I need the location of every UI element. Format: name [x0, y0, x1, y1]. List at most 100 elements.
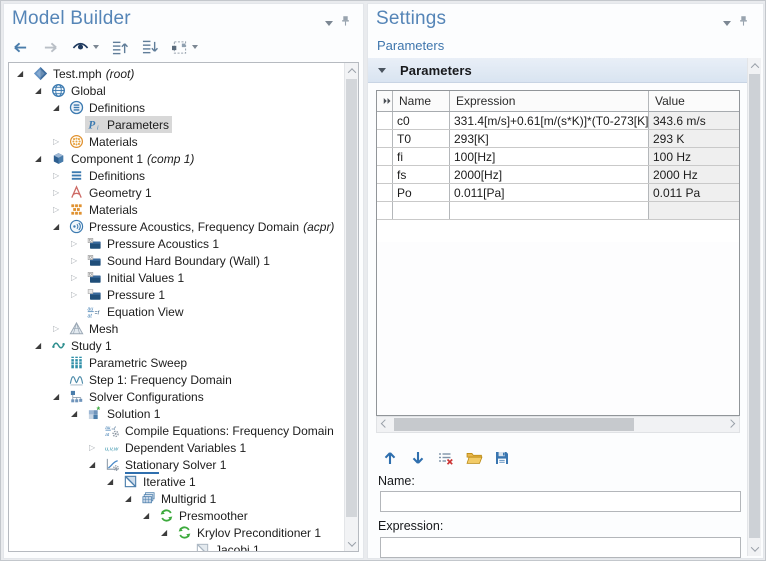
param-expression-cell[interactable]: 293[K] [450, 130, 649, 147]
tree-item[interactable]: ▷Materials [9, 133, 344, 150]
tree-item[interactable]: ▷Geometry 1 [9, 184, 344, 201]
tree-vertical-scrollbar[interactable] [344, 63, 358, 551]
table-empty-area[interactable] [377, 242, 739, 415]
scroll-left-button[interactable] [377, 417, 393, 432]
scroll-down-button[interactable] [345, 536, 358, 551]
tree-item[interactable]: ◢Solver Configurations [9, 388, 344, 405]
tree-item[interactable]: ◢Global [9, 82, 344, 99]
collapsed-arrow-icon[interactable]: ▷ [53, 137, 67, 146]
expanded-arrow-icon[interactable]: ◢ [35, 86, 49, 95]
go-to-node-button[interactable] [169, 36, 199, 58]
back-button[interactable] [10, 36, 31, 58]
param-expression-cell[interactable]: 2000[Hz] [450, 166, 649, 183]
forward-button[interactable] [40, 36, 61, 58]
sort-handle-header-cell[interactable] [377, 91, 393, 111]
expanded-arrow-icon[interactable]: ◢ [53, 222, 67, 231]
expanded-arrow-icon[interactable]: ◢ [53, 103, 67, 112]
expanded-arrow-icon[interactable]: ◢ [71, 409, 85, 418]
row-handle-cell[interactable] [377, 166, 393, 183]
pin-icon[interactable] [340, 14, 351, 32]
param-expression-cell[interactable]: 331.4[m/s]+0.61[m/(s*K)]*(T0-273[K]) [450, 112, 649, 129]
parameter-row[interactable]: fi100[Hz]100 Hz [377, 148, 739, 166]
move-up-button[interactable] [380, 447, 400, 469]
expanded-arrow-icon[interactable]: ◢ [89, 460, 103, 469]
tree-item[interactable]: PiParameters [9, 116, 344, 133]
table-horizontal-scrollbar[interactable] [376, 416, 740, 433]
hscrollbar-thumb[interactable] [394, 418, 634, 431]
collapsed-arrow-icon[interactable]: ▷ [71, 273, 85, 282]
settings-scrollbar-thumb[interactable] [749, 74, 760, 538]
param-name-cell[interactable] [393, 202, 450, 219]
show-options-button[interactable] [70, 36, 100, 58]
value-column-header[interactable]: Value [649, 91, 739, 111]
expanded-arrow-icon[interactable]: ◢ [35, 154, 49, 163]
param-value-cell[interactable]: 0.011 Pa [649, 184, 739, 201]
settings-vertical-scrollbar[interactable] [747, 58, 761, 556]
expanded-arrow-icon[interactable]: ◢ [53, 392, 67, 401]
param-value-cell[interactable]: 2000 Hz [649, 166, 739, 183]
collapse-all-button[interactable] [109, 36, 130, 58]
tree-item[interactable]: auat=fCompile Equations: Frequency Domai… [9, 422, 344, 439]
param-name-cell[interactable]: T0 [393, 130, 450, 147]
expanded-arrow-icon[interactable]: ◢ [17, 69, 31, 78]
save-to-file-button[interactable] [492, 447, 512, 469]
collapsed-arrow-icon[interactable]: ▷ [71, 239, 85, 248]
tree-item[interactable]: ▷DInitial Values 1 [9, 269, 344, 286]
collapsed-arrow-icon[interactable]: ▷ [53, 188, 67, 197]
name-field[interactable] [380, 491, 741, 512]
section-collapse-caret-icon[interactable] [378, 68, 386, 73]
tree-item[interactable]: ▷Materials [9, 201, 344, 218]
panel-menu-caret-icon[interactable] [723, 21, 731, 26]
delete-button[interactable] [436, 447, 456, 469]
parameters-section-header[interactable]: Parameters [368, 58, 749, 83]
tree-item[interactable]: ◢Presmoother [9, 507, 344, 524]
param-expression-cell[interactable]: 100[Hz] [450, 148, 649, 165]
tree-item[interactable]: ▷Definitions [9, 167, 344, 184]
collapsed-arrow-icon[interactable]: ▷ [53, 171, 67, 180]
tree-item[interactable]: ◢Component 1(comp 1) [9, 150, 344, 167]
param-value-cell[interactable]: 100 Hz [649, 148, 739, 165]
tree-item[interactable]: ◢Definitions [9, 99, 344, 116]
scroll-up-button[interactable] [748, 58, 761, 73]
tree-item[interactable]: ◢Study 1 [9, 337, 344, 354]
row-handle-cell[interactable] [377, 112, 393, 129]
param-value-cell[interactable]: 343.6 m/s [649, 112, 739, 129]
row-handle-cell[interactable] [377, 130, 393, 147]
parameter-row[interactable]: c0331.4[m/s]+0.61[m/(s*K)]*(T0-273[K])34… [377, 112, 739, 130]
row-handle-cell[interactable] [377, 202, 393, 219]
expand-all-button[interactable] [139, 36, 160, 58]
name-column-header[interactable]: Name [393, 91, 450, 111]
scroll-up-button[interactable] [345, 63, 358, 78]
new-parameter-row[interactable] [377, 202, 739, 220]
scroll-right-button[interactable] [723, 417, 739, 432]
param-name-cell[interactable]: c0 [393, 112, 450, 129]
panel-menu-caret-icon[interactable] [325, 21, 333, 26]
expanded-arrow-icon[interactable]: ◢ [161, 528, 175, 537]
collapsed-arrow-icon[interactable]: ▷ [71, 290, 85, 299]
tree-item[interactable]: ◢Test.mph(root) [9, 65, 344, 82]
tree-item[interactable]: ▷Pressure 1 [9, 286, 344, 303]
tree-item[interactable]: ▷u,v,wDependent Variables 1 [9, 439, 344, 456]
expanded-arrow-icon[interactable]: ◢ [143, 511, 157, 520]
collapsed-arrow-icon[interactable]: ▷ [53, 324, 67, 333]
parameter-row[interactable]: Po0.011[Pa]0.011 Pa [377, 184, 739, 202]
row-handle-cell[interactable] [377, 148, 393, 165]
tree-scrollbar-thumb[interactable] [346, 79, 357, 517]
param-name-cell[interactable]: Po [393, 184, 450, 201]
param-value-cell[interactable] [649, 202, 739, 219]
load-from-file-button[interactable] [464, 447, 484, 469]
tree-item[interactable]: ◢Stationary Solver 1 [9, 456, 344, 473]
tree-item[interactable]: ◢*Solution 1 [9, 405, 344, 422]
expression-field[interactable] [380, 537, 741, 558]
tree-item[interactable]: Jacobi 1 [9, 541, 344, 552]
parameter-row[interactable]: T0293[K]293 K [377, 130, 739, 148]
expanded-arrow-icon[interactable]: ◢ [107, 477, 121, 486]
collapsed-arrow-icon[interactable]: ▷ [71, 256, 85, 265]
tree-item[interactable]: ▷DSound Hard Boundary (Wall) 1 [9, 252, 344, 269]
expression-column-header[interactable]: Expression [450, 91, 649, 111]
pin-icon[interactable] [738, 14, 749, 32]
param-name-cell[interactable]: fi [393, 148, 450, 165]
row-handle-cell[interactable] [377, 184, 393, 201]
collapsed-arrow-icon[interactable]: ▷ [53, 205, 67, 214]
collapsed-arrow-icon[interactable]: ▷ [89, 443, 103, 452]
